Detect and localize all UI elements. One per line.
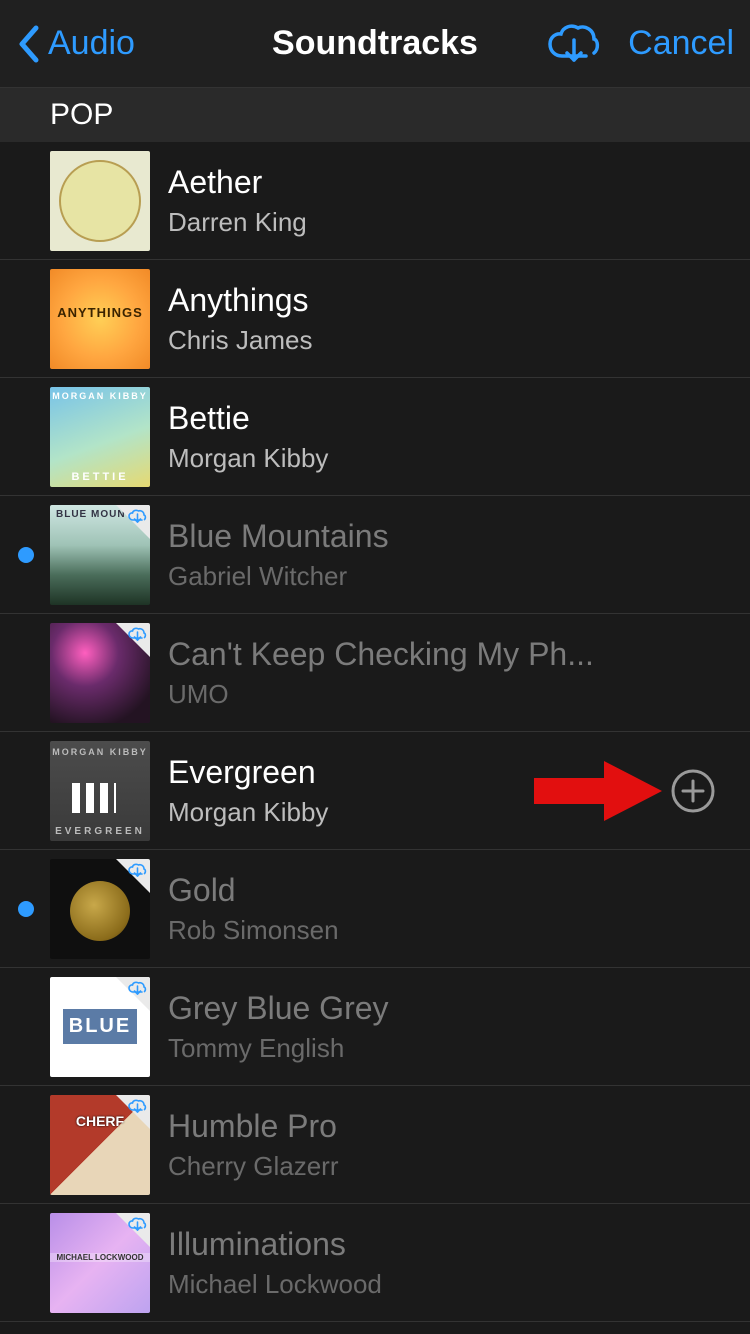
track-title: Illuminations xyxy=(168,1226,750,1263)
track-row[interactable]: ANYTHINGS Anythings Chris James xyxy=(0,260,750,378)
track-row[interactable]: Gold Rob Simonsen xyxy=(0,850,750,968)
track-row[interactable]: Can't Keep Checking My Ph... UMO xyxy=(0,614,750,732)
nav-header: Audio Soundtracks Cancel xyxy=(0,0,750,88)
track-artist: Darren King xyxy=(168,207,750,238)
track-meta: Gold Rob Simonsen xyxy=(150,872,750,946)
track-artist: Chris James xyxy=(168,325,750,356)
track-title: Evergreen xyxy=(168,754,670,791)
track-artist: Rob Simonsen xyxy=(168,915,750,946)
track-meta: Bettie Morgan Kibby xyxy=(150,400,750,474)
new-indicator xyxy=(18,783,34,799)
track-row[interactable]: CHERF Humble Pro Cherry Glazerr xyxy=(0,1086,750,1204)
track-meta: Aether Darren King xyxy=(150,164,750,238)
track-artist: Michael Lockwood xyxy=(168,1269,750,1300)
new-indicator xyxy=(18,429,34,445)
track-meta: Humble Pro Cherry Glazerr xyxy=(150,1108,750,1182)
track-meta: Blue Mountains Gabriel Witcher xyxy=(150,518,750,592)
album-art: MICHAEL LOCKWOOD xyxy=(50,1213,150,1313)
album-art xyxy=(50,623,150,723)
new-indicator xyxy=(18,1255,34,1271)
new-indicator xyxy=(18,1137,34,1153)
album-art: MORGAN KIBBYEVERGREEN xyxy=(50,741,150,841)
track-row[interactable]: MORGAN KIBBYBETTIE Bettie Morgan Kibby xyxy=(0,378,750,496)
track-title: Can't Keep Checking My Ph... xyxy=(168,636,750,673)
track-row[interactable]: Aether Darren King xyxy=(0,142,750,260)
new-indicator xyxy=(18,311,34,327)
track-artist: Gabriel Witcher xyxy=(168,561,750,592)
track-title: Blue Mountains xyxy=(168,518,750,555)
track-meta: Anythings Chris James xyxy=(150,282,750,356)
track-title: Aether xyxy=(168,164,750,201)
track-meta: Evergreen Morgan Kibby xyxy=(150,754,670,828)
track-title: Bettie xyxy=(168,400,750,437)
track-meta: Grey Blue Grey Tommy English xyxy=(150,990,750,1064)
track-title: Grey Blue Grey xyxy=(168,990,750,1027)
album-art: ANYTHINGS xyxy=(50,269,150,369)
album-art xyxy=(50,151,150,251)
track-title: Gold xyxy=(168,872,750,909)
track-artist: Cherry Glazerr xyxy=(168,1151,750,1182)
track-row[interactable]: MORGAN KIBBYEVERGREEN Evergreen Morgan K… xyxy=(0,732,750,850)
new-indicator xyxy=(18,665,34,681)
track-artist: Tommy English xyxy=(168,1033,750,1064)
cancel-button[interactable]: Cancel xyxy=(628,24,734,63)
album-art xyxy=(50,977,150,1077)
back-label: Audio xyxy=(48,24,135,63)
section-header: POP xyxy=(0,88,750,142)
new-indicator xyxy=(18,193,34,209)
track-list: Aether Darren King ANYTHINGS Anythings C… xyxy=(0,142,750,1322)
track-artist: UMO xyxy=(168,679,750,710)
album-art xyxy=(50,859,150,959)
download-all-button[interactable] xyxy=(544,22,600,66)
back-button[interactable]: Audio xyxy=(16,24,135,64)
track-artist: Morgan Kibby xyxy=(168,797,670,828)
new-indicator xyxy=(18,1019,34,1035)
track-artist: Morgan Kibby xyxy=(168,443,750,474)
new-indicator xyxy=(18,901,34,917)
cloud-download-icon xyxy=(544,22,600,66)
track-row[interactable]: MICHAEL LOCKWOOD Illuminations Michael L… xyxy=(0,1204,750,1322)
track-title: Humble Pro xyxy=(168,1108,750,1145)
album-art: CHERF xyxy=(50,1095,150,1195)
track-meta: Can't Keep Checking My Ph... UMO xyxy=(150,636,750,710)
new-indicator xyxy=(18,547,34,563)
track-row[interactable]: Grey Blue Grey Tommy English xyxy=(0,968,750,1086)
track-row[interactable]: BLUE MOUN Blue Mountains Gabriel Witcher xyxy=(0,496,750,614)
add-button[interactable] xyxy=(670,768,716,814)
album-art: BLUE MOUN xyxy=(50,505,150,605)
track-meta: Illuminations Michael Lockwood xyxy=(150,1226,750,1300)
track-title: Anythings xyxy=(168,282,750,319)
chevron-left-icon xyxy=(16,24,40,64)
album-art: MORGAN KIBBYBETTIE xyxy=(50,387,150,487)
